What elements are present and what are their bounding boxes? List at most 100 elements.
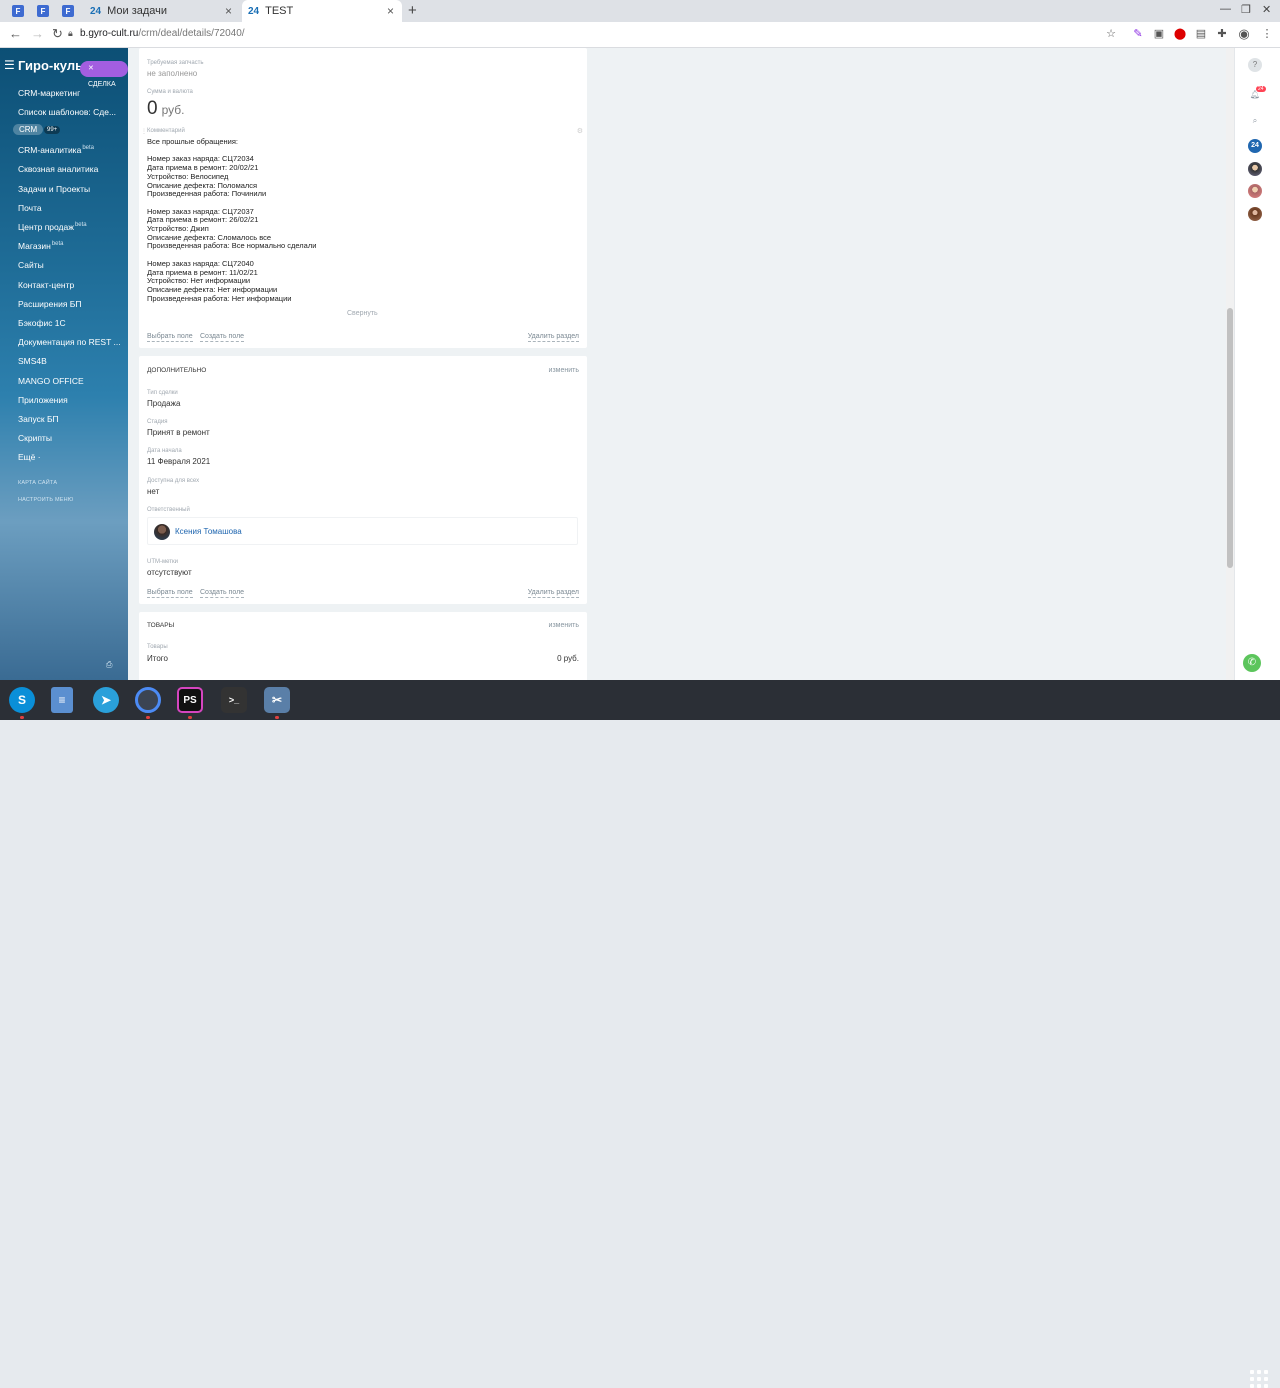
responsible-name-link[interactable]: Ксения Томашова [175, 527, 242, 536]
field-value-start-date[interactable]: 11 Февраля 2021 [147, 457, 210, 466]
phone-call-icon[interactable]: ✆ [1243, 654, 1261, 672]
phpstorm-icon[interactable]: PS [177, 687, 203, 713]
tab-my-tasks[interactable]: 24 Мои задачи × [86, 0, 240, 22]
field-label-start-date: Дата начала [147, 448, 182, 454]
field-value-stage[interactable]: Принят в ремонт [147, 428, 210, 437]
url-field[interactable]: b.gyro-cult.ru/crm/deal/details/72040/ [80, 28, 245, 39]
sidebar-item-more[interactable]: Ещё · [18, 452, 41, 462]
stop-extension-icon[interactable]: ⬤ [1173, 27, 1187, 41]
sidebar-item-mango[interactable]: MANGO OFFICE [18, 376, 84, 386]
select-field-link[interactable]: Выбрать поле [147, 588, 193, 598]
chrome-icon[interactable] [135, 687, 161, 713]
extra-section-card: Дополнительно изменить Тип сделки Продаж… [139, 356, 587, 604]
reload-icon[interactable]: ↻ [52, 26, 63, 42]
pinned-tab-1[interactable]: F [6, 0, 30, 22]
app-grid-icon[interactable] [1250, 1370, 1268, 1388]
forward-icon[interactable]: → [31, 26, 44, 41]
collapse-link[interactable]: Свернуть [347, 310, 378, 317]
field-label-responsible: Ответственный [147, 507, 190, 513]
sidebar-configure-link[interactable]: Настроить меню [18, 497, 74, 503]
field-label-sum: Сумма и валюта [147, 89, 193, 95]
sidebar-item-templates[interactable]: Список шаблонов: Сде... [18, 107, 116, 117]
sidebar-sitemap-link[interactable]: Карта сайта [18, 480, 57, 486]
field-value-public[interactable]: нет [147, 487, 159, 496]
close-tab-icon[interactable]: × [225, 4, 232, 18]
tab-test[interactable]: 24 TEST × [242, 0, 402, 22]
sidebar-item-sms4b[interactable]: SMS4B [18, 356, 47, 366]
screenshot-extension-icon[interactable]: ▤ [1194, 27, 1208, 41]
sidebar-item-scripts[interactable]: Скрипты [18, 433, 52, 443]
minimize-icon[interactable]: — [1220, 3, 1231, 15]
screenshot-tool-icon[interactable]: ✂ [264, 687, 290, 713]
extension-icon[interactable]: ▣ [1152, 27, 1166, 41]
deal-slider-chip[interactable]: ✕ СДЕЛКА [80, 61, 128, 88]
goods-section-card: Товары изменить Товары Итого 0 руб. [139, 612, 587, 680]
sidebar-item-crm-analytics[interactable]: CRM-аналитикаbeta [18, 145, 94, 155]
field-value-sum[interactable]: 0 руб. [147, 98, 184, 120]
new-tab-button[interactable]: + [408, 2, 417, 19]
bookmark-star-icon[interactable]: ☆ [1104, 27, 1118, 41]
pinned-tab-3[interactable]: F [56, 0, 80, 22]
right-panel: ? 🔔︎ 24 ⌕ 24 ✆ [1234, 48, 1280, 680]
skype-icon[interactable]: S [9, 687, 35, 713]
goods-edit-link[interactable]: изменить [549, 622, 579, 629]
page-scrollbar[interactable] [1226, 48, 1234, 680]
sidebar-item-crm-marketing[interactable]: CRM-маркетинг [18, 88, 80, 98]
profile-icon[interactable]: ◉ [1237, 27, 1251, 41]
field-value-deal-type[interactable]: Продажа [147, 399, 180, 408]
terminal-icon[interactable]: >_ [221, 687, 247, 713]
sidebar-item-run-bp[interactable]: Запуск БП [18, 414, 59, 424]
close-tab-icon[interactable]: × [387, 4, 394, 18]
field-label-deal-type: Тип сделки [147, 390, 178, 396]
extra-edit-link[interactable]: изменить [549, 367, 579, 374]
bitrix24-icon: 24 [248, 5, 260, 17]
sidebar-item-sites[interactable]: Сайты [18, 260, 44, 270]
comment-line: Произведенная работа: Починили [147, 189, 267, 199]
portal-title[interactable]: Гиро-куль [18, 58, 83, 73]
search-icon[interactable]: ⌕ [1248, 114, 1262, 128]
goods-total-value: 0 руб. [557, 654, 579, 663]
maximize-icon[interactable]: ❐ [1241, 3, 1251, 16]
puzzle-icon[interactable]: ✚ [1215, 27, 1229, 41]
text-editor-icon[interactable]: ≡ [51, 687, 73, 713]
delete-section-link[interactable]: Удалить раздел [527, 332, 579, 342]
sidebar-item-apps[interactable]: Приложения [18, 395, 68, 405]
comment-line: Произведенная работа: Нет информации [147, 293, 292, 303]
delete-section-link[interactable]: Удалить раздел [527, 588, 579, 598]
sidebar-item-mail[interactable]: Почта [18, 203, 42, 213]
address-bar: ← → ↻ 🔒︎ b.gyro-cult.ru/crm/deal/details… [0, 22, 1280, 48]
field-value-parts[interactable]: не заполнено [147, 69, 197, 78]
print-icon[interactable]: ⎙ [106, 660, 112, 670]
create-field-link[interactable]: Создать поле [200, 588, 245, 598]
close-window-icon[interactable]: ✕ [1262, 3, 1271, 16]
bitrix24-icon: 24 [90, 5, 102, 17]
field-label-utm: UTM-метки [147, 559, 178, 565]
back-icon[interactable]: ← [9, 26, 22, 41]
field-value-utm[interactable]: отсутствуют [147, 568, 192, 577]
sidebar-item-sales-center[interactable]: Центр продажbeta [18, 222, 87, 232]
select-field-link[interactable]: Выбрать поле [147, 332, 193, 342]
menu-dots-icon[interactable]: ⋮ [1260, 27, 1274, 41]
telegram-icon[interactable]: ➤ [93, 687, 119, 713]
menu-burger-icon[interactable]: ☰ [4, 58, 15, 72]
bitrix24-icon[interactable]: 24 [1248, 139, 1262, 153]
sidebar-item-crm[interactable]: CRM [13, 124, 44, 135]
help-icon[interactable]: ? [1248, 58, 1262, 72]
avatar[interactable] [1248, 162, 1262, 176]
sidebar-item-rest-docs[interactable]: Документация по REST ... [18, 337, 121, 347]
pen-extension-icon[interactable]: ✎ [1131, 27, 1145, 41]
field-value-comment[interactable]: Все прошлые обращения: Номер заказ наряд… [147, 137, 316, 303]
sidebar-item-shop[interactable]: Магазинbeta [18, 241, 63, 251]
field-settings-icon[interactable]: ⚙ [577, 127, 583, 135]
sidebar-item-bp-ext[interactable]: Расширения БП [18, 299, 81, 309]
sidebar-item-end-to-end[interactable]: Сквозная аналитика [18, 164, 98, 174]
create-field-link[interactable]: Создать поле [200, 332, 245, 342]
drag-handle-icon[interactable]: ⋮ [141, 128, 147, 135]
sidebar-item-backoffice[interactable]: Бэкофис 1С [18, 318, 66, 328]
scrollbar-thumb[interactable] [1227, 308, 1233, 568]
sidebar-item-tasks[interactable]: Задачи и Проекты [18, 184, 90, 194]
avatar[interactable] [1248, 184, 1262, 198]
sidebar-item-contact-center[interactable]: Контакт-центр [18, 280, 74, 290]
avatar[interactable] [1248, 207, 1262, 221]
pinned-tab-2[interactable]: F [31, 0, 55, 22]
